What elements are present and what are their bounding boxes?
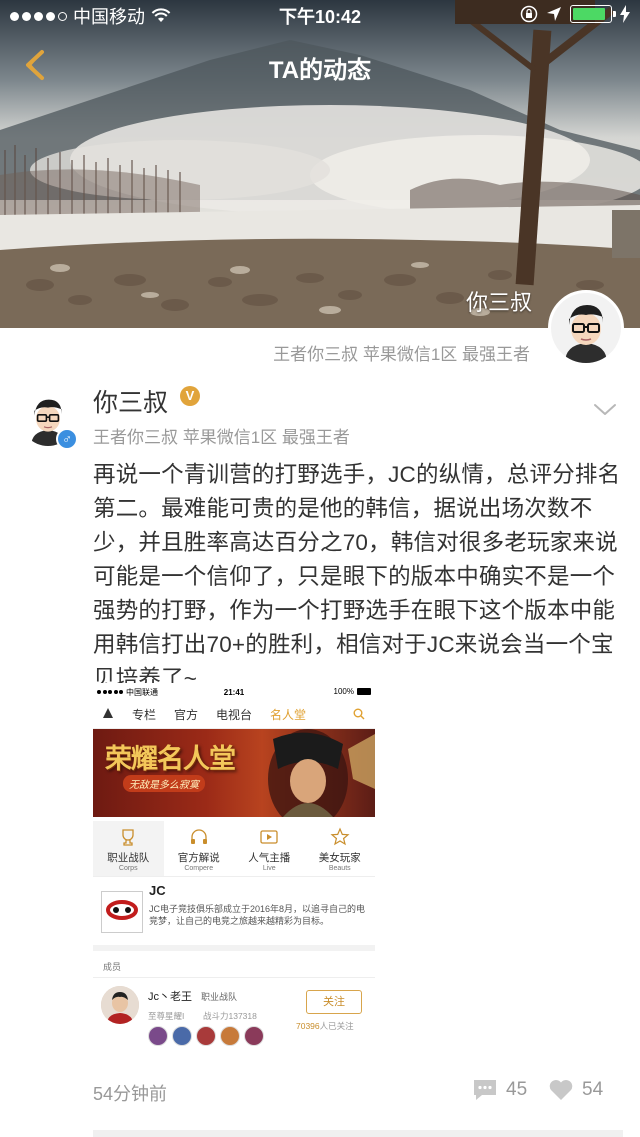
like-count: 54 [582, 1079, 604, 1100]
location-icon [547, 7, 561, 21]
search-icon [353, 708, 365, 720]
category-live: 人气主播 Live [234, 821, 305, 876]
headphones-icon [190, 829, 207, 844]
next-post-edge [93, 1130, 623, 1137]
member-power: 战斗力137318 [203, 1011, 257, 1021]
cover-subtitle: 王者你三叔 苹果微信1区 最强王者 [273, 345, 530, 364]
author-subtitle: 王者你三叔 苹果微信1区 最强王者 [93, 428, 350, 447]
member-row: Jc丶老王 职业战队 至尊星耀I 战斗力137318 关注 70396人已关注 [93, 977, 375, 1057]
club-logo [101, 891, 143, 933]
category-beauts: 美女玩家 Beauts [305, 821, 376, 876]
trophy-icon [122, 829, 134, 846]
member-hero-icons [148, 1026, 264, 1046]
comment-count: 45 [506, 1079, 528, 1100]
embedded-tab-tv: 电视台 [216, 708, 253, 722]
comment-icon [474, 1080, 496, 1100]
category-corps: 职业战队 Corps [93, 821, 164, 876]
male-gender-icon: ♂ [56, 428, 78, 450]
charging-icon [620, 5, 630, 23]
page-title: TA的动态 [268, 57, 372, 84]
member-follower-count: 70396人已关注 [296, 1021, 354, 1031]
member-avatar [101, 986, 139, 1024]
post-timestamp: 54分钟前 [93, 1084, 168, 1104]
author-name[interactable]: 你三叔 [93, 383, 168, 419]
chevron-down-icon[interactable] [592, 402, 618, 418]
member-follow-button: 关注 [306, 990, 362, 1014]
category-compere: 官方解说 Compere [164, 821, 235, 876]
member-name: Jc丶老王 [148, 991, 192, 1003]
verified-icon: V [180, 386, 200, 406]
category-row: 职业战队 Corps 官方解说 Compere 人气主播 Live 美女玩家 B… [93, 821, 375, 877]
heart-icon [549, 1080, 573, 1100]
embedded-status-bar: 中国联通 21:41 100% [93, 683, 375, 701]
embedded-battery-percent: 100% [333, 687, 354, 696]
embedded-tab-hall-of-fame: 名人堂 [270, 708, 307, 722]
post-body-text: 再说一个青训营的打野选手，JC的纵情，总评分排名第二。最难能可贵的是他的韩信，据… [93, 462, 621, 691]
member-role: 职业战队 [201, 992, 238, 1002]
embedded-tab-column: 专栏 [132, 708, 157, 722]
club-name: JC [149, 883, 166, 898]
cover-username: 你三叔 [465, 290, 532, 315]
banner-title: 荣耀名人堂 [105, 744, 236, 775]
signal-strength-icon [10, 11, 67, 21]
post-image[interactable]: 中国联通 21:41 100% 专栏 官方 电视台 名人堂 荣耀名人堂 无敌是多… [93, 683, 375, 1060]
like-button[interactable]: 54 [548, 1078, 603, 1102]
wifi-icon [151, 8, 171, 22]
member-rank: 至尊星耀I [148, 1011, 185, 1021]
orientation-lock-icon [520, 5, 538, 23]
embedded-tab-official: 官方 [174, 708, 199, 722]
status-bar: 中国移动 下午10:42 [0, 0, 640, 32]
banner-subtitle: 无敌是多么寂寞 [123, 775, 205, 792]
hall-of-fame-banner: 荣耀名人堂 无敌是多么寂寞 [93, 729, 375, 817]
profile-avatar[interactable] [548, 290, 624, 366]
app-logo-icon [93, 706, 123, 723]
video-play-icon [260, 830, 278, 844]
profile-cover: 中国移动 下午10:42 TA的动态 你三叔 [0, 0, 640, 328]
comment-button[interactable]: 45 [472, 1078, 527, 1102]
club-card: JC JC电子竞技俱乐部成立于2016年8月，以追寻自己的电竞梦，让自己的电竞之… [93, 879, 375, 951]
cartoon-avatar-image [551, 293, 621, 363]
battery-icon [357, 688, 371, 695]
battery-icon [570, 5, 616, 23]
carrier-name: 中国移动 [73, 7, 145, 27]
club-description: JC电子竞技俱乐部成立于2016年8月，以追寻自己的电竞梦，让自己的电竞之旅越来… [149, 904, 366, 926]
embedded-tab-bar: 专栏 官方 电视台 名人堂 [93, 701, 375, 729]
members-label: 成员 [103, 962, 122, 972]
star-icon [330, 827, 350, 846]
